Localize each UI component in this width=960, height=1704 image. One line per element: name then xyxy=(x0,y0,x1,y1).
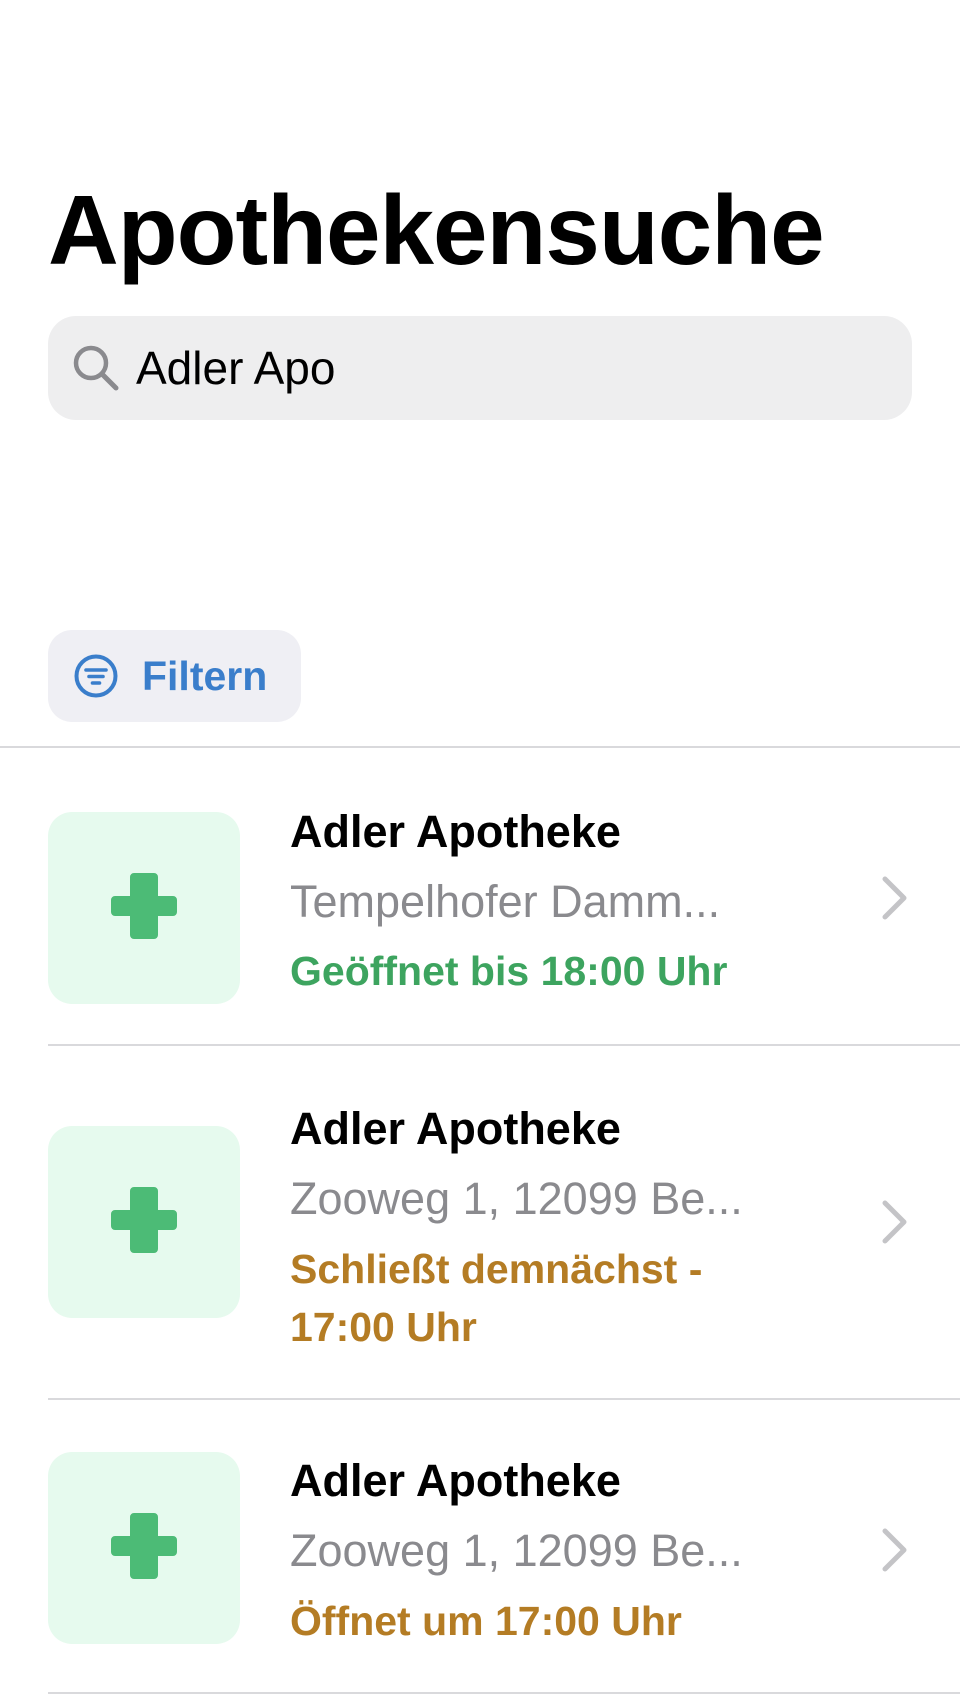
pharmacy-address: Tempelhofer Damm... xyxy=(290,876,721,927)
pharmacy-cross-icon xyxy=(107,1183,181,1262)
chevron-right-icon xyxy=(876,1196,912,1248)
opening-status: Schließt demnächst - 17:00 Uhr xyxy=(290,1246,703,1350)
pharmacy-cross-icon xyxy=(107,869,181,948)
search-icon xyxy=(70,342,122,394)
pharmacy-thumbnail xyxy=(48,1452,240,1644)
filter-button[interactable]: Filtern xyxy=(48,630,301,722)
opening-status: Öffnet um 17:00 Uhr xyxy=(290,1598,682,1644)
pharmacy-list-item[interactable]: Adler Apotheke Zooweg 1, 12099 Be... Öff… xyxy=(0,1400,960,1700)
pharmacy-list-item[interactable]: Adler Apotheke Zooweg 1, 12099 Be... Sch… xyxy=(0,1046,960,1400)
pharmacy-name: Adler Apotheke xyxy=(290,1103,621,1154)
pharmacy-address: Zooweg 1, 12099 Be... xyxy=(290,1525,743,1576)
pharmacy-address: Zooweg 1, 12099 Be... xyxy=(290,1173,743,1224)
pharmacy-list-item[interactable]: Adler Apotheke Tempelhofer Damm... Geöff… xyxy=(0,748,960,1058)
filter-label: Filtern xyxy=(142,652,268,699)
filter-icon xyxy=(72,652,120,700)
pharmacy-thumbnail xyxy=(48,1126,240,1318)
search-bar[interactable] xyxy=(48,316,912,420)
pharmacy-name: Adler Apotheke xyxy=(290,1455,621,1506)
pharmacy-thumbnail xyxy=(48,812,240,1004)
opening-status: Geöffnet bis 18:00 Uhr xyxy=(290,948,728,994)
page-title: Apothekensuche xyxy=(48,175,825,285)
chevron-right-icon xyxy=(876,1524,912,1576)
pharmacy-name: Adler Apotheke xyxy=(290,806,621,857)
chevron-right-icon xyxy=(876,872,912,924)
divider xyxy=(48,1692,960,1694)
pharmacy-cross-icon xyxy=(107,1509,181,1588)
search-input[interactable] xyxy=(136,341,876,395)
